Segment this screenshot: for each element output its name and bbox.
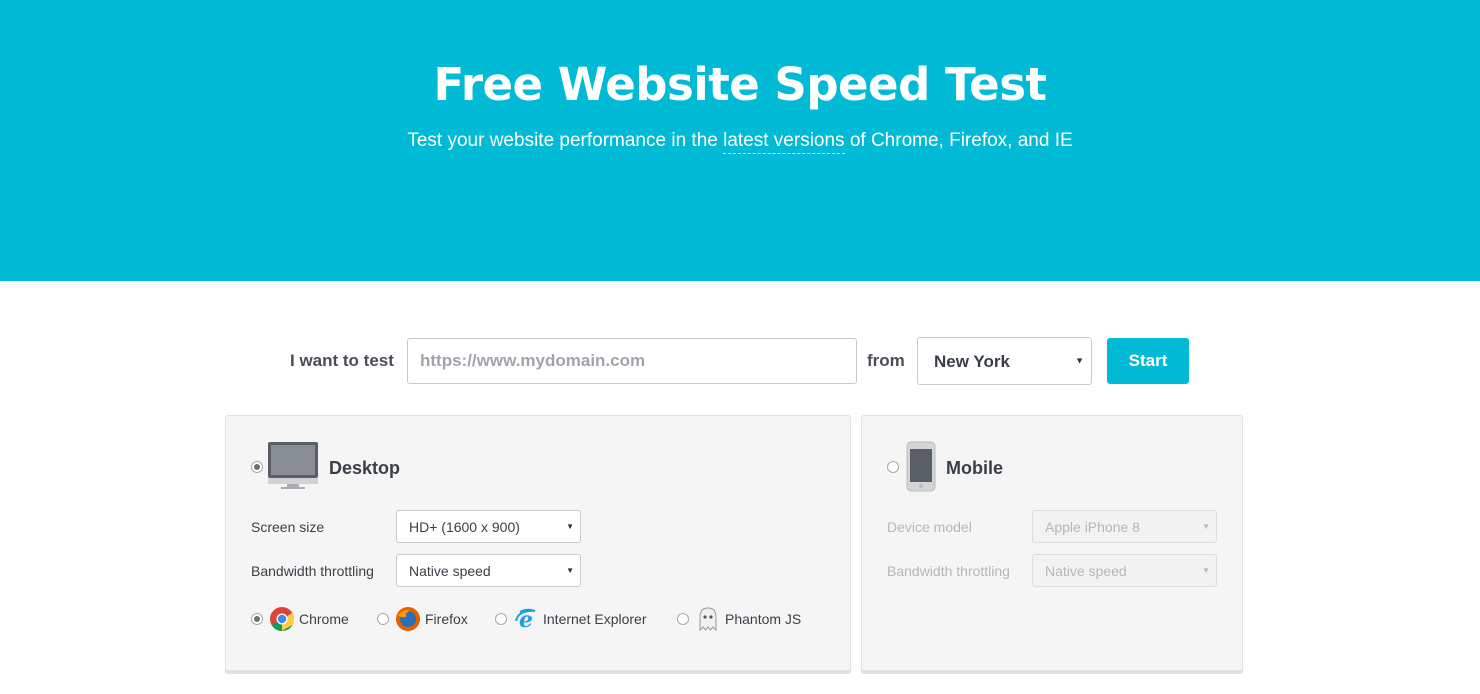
caret-down-icon: ▼: [566, 521, 574, 531]
phantomjs-label: Phantom JS: [725, 611, 802, 627]
hero-banner: Free Website Speed Test Test your websit…: [0, 0, 1480, 281]
url-input[interactable]: [407, 338, 857, 384]
phantomjs-radio[interactable]: [677, 613, 689, 625]
mobile-bandwidth-select[interactable]: Native speed ▼: [1032, 554, 1217, 587]
want-to-test-label: I want to test: [290, 351, 394, 370]
from-label: from: [867, 351, 905, 370]
browser-option-firefox[interactable]: Firefox: [377, 606, 468, 632]
page-title: Free Website Speed Test: [433, 58, 1047, 111]
hero-subtitle: Test your website performance in the lat…: [0, 130, 1480, 154]
mobile-panel[interactable]: Mobile Device model Apple iPhone 8 ▼ Ban…: [861, 415, 1243, 671]
mobile-label: Mobile: [946, 458, 1003, 478]
mobile-bandwidth-label: Bandwidth throttling: [887, 563, 1010, 579]
test-form: I want to test from New York ▼ Start: [0, 337, 1480, 385]
firefox-radio[interactable]: [377, 613, 389, 625]
desktop-panel[interactable]: Desktop Screen size HD+ (1600 x 900) ▼ B…: [225, 415, 851, 671]
subtitle-text-start: Test your website performance in the: [407, 130, 724, 151]
device-model-label: Device model: [887, 519, 972, 535]
caret-down-icon: ▼: [1202, 521, 1210, 531]
desktop-label: Desktop: [329, 458, 401, 478]
firefox-icon: [396, 607, 420, 631]
device-model-value: Apple iPhone 8: [1045, 519, 1140, 535]
location-select[interactable]: New York ▼: [917, 337, 1092, 385]
desktop-bandwidth-select[interactable]: Native speed ▼: [396, 554, 581, 587]
subtitle-text-end: of Chrome, Firefox, and IE: [844, 130, 1073, 151]
internet-explorer-label: Internet Explorer: [543, 611, 647, 627]
desktop-radio[interactable]: [251, 461, 263, 473]
start-button[interactable]: Start: [1107, 338, 1189, 384]
chrome-radio[interactable]: [251, 613, 263, 625]
location-value: New York: [934, 352, 1010, 371]
phantomjs-ghost-icon: [699, 607, 717, 632]
browser-option-chrome[interactable]: Chrome: [251, 606, 349, 632]
internet-explorer-radio[interactable]: [495, 613, 507, 625]
mobile-bandwidth-value: Native speed: [1045, 563, 1127, 579]
screen-size-label: Screen size: [251, 519, 325, 535]
browser-option-phantomjs[interactable]: Phantom JS: [677, 606, 801, 632]
device-model-select[interactable]: Apple iPhone 8 ▼: [1032, 510, 1217, 543]
caret-down-icon: ▼: [1202, 565, 1210, 575]
latest-versions-link[interactable]: latest versions: [723, 130, 845, 154]
screen-size-value: HD+ (1600 x 900): [409, 519, 520, 535]
desktop-monitor-icon: [268, 442, 318, 489]
chrome-icon: [270, 607, 295, 631]
mobile-phone-icon: [906, 441, 936, 492]
mobile-radio[interactable]: [887, 461, 899, 473]
chrome-label: Chrome: [299, 611, 349, 627]
browser-option-internet-explorer[interactable]: e Internet Explorer: [495, 606, 647, 632]
firefox-label: Firefox: [425, 611, 468, 627]
internet-explorer-icon: e: [515, 607, 536, 632]
caret-down-icon: ▼: [1075, 355, 1084, 366]
desktop-bandwidth-value: Native speed: [409, 563, 491, 579]
screen-size-select[interactable]: HD+ (1600 x 900) ▼: [396, 510, 581, 543]
caret-down-icon: ▼: [566, 565, 574, 575]
desktop-bandwidth-label: Bandwidth throttling: [251, 563, 374, 579]
